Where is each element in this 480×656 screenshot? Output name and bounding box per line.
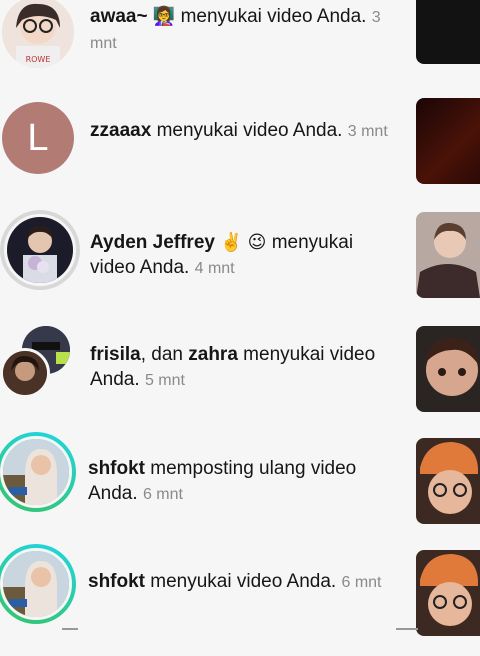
timestamp: 4 mnt (194, 260, 235, 277)
divider-mark (396, 628, 418, 630)
username[interactable]: Ayden Jeffrey (90, 232, 215, 253)
avatar-letter: L (27, 116, 49, 159)
video-thumbnail[interactable] (416, 550, 480, 636)
video-thumbnail[interactable] (416, 98, 480, 184)
video-thumbnail[interactable] (416, 212, 480, 298)
user-avatar[interactable]: L (2, 102, 74, 174)
username-2[interactable]: zahra (188, 344, 238, 365)
user-emoji: 👩‍🏫 (152, 6, 176, 26)
notification-row[interactable]: frisila, dan zahra menyukai video Anda. … (0, 322, 480, 434)
notification-action: menyukai video Anda. (180, 6, 367, 27)
notification-row[interactable]: ROWE awaa~ 👩‍🏫 menyukai video Anda. 3 mn… (0, 0, 480, 108)
user-avatar[interactable] (0, 548, 72, 620)
username[interactable]: shfokt (88, 458, 145, 479)
notification-text: awaa~ 👩‍🏫 menyukai video Anda. 3 mnt (90, 4, 402, 56)
notification-row[interactable]: Ayden Jeffrey ✌️ 😉 menyukai video Anda. … (0, 210, 480, 322)
notification-text: shfokt memposting ulang video Anda. 6 mn… (88, 456, 400, 507)
group-avatar-front[interactable] (0, 348, 50, 398)
username[interactable]: awaa~ (90, 6, 148, 27)
timestamp: 6 mnt (142, 486, 183, 503)
video-thumbnail[interactable] (416, 438, 480, 524)
notification-row[interactable]: L zzaaax menyukai video Anda. 3 mnt (0, 98, 480, 212)
username[interactable]: frisila (90, 344, 141, 365)
notification-action: menyukai video Anda. (150, 571, 337, 592)
divider-mark (62, 628, 78, 630)
notification-row[interactable]: shfokt menyukai video Anda. 6 mnt (0, 544, 480, 656)
notification-text: zzaaax menyukai video Anda. 3 mnt (90, 118, 402, 144)
username[interactable]: zzaaax (90, 120, 151, 141)
notification-text: shfokt menyukai video Anda. 6 mnt (88, 569, 400, 595)
video-thumbnail[interactable] (416, 0, 480, 64)
timestamp: 5 mnt (144, 372, 185, 389)
timestamp: 3 mnt (347, 123, 388, 140)
notification-action: menyukai video Anda. (156, 120, 343, 141)
notification-text: frisila, dan zahra menyukai video Anda. … (90, 342, 402, 393)
username[interactable]: shfokt (88, 571, 145, 592)
svg-text:ROWE: ROWE (26, 55, 51, 64)
timestamp: 6 mnt (341, 574, 382, 591)
notification-text: Ayden Jeffrey ✌️ 😉 menyukai video Anda. … (90, 230, 402, 281)
user-avatar[interactable] (4, 214, 76, 286)
user-avatar[interactable]: ROWE (2, 0, 74, 68)
video-thumbnail[interactable] (416, 326, 480, 412)
username-joiner: , dan (140, 344, 183, 365)
user-emoji: ✌️ 😉 (220, 232, 267, 252)
notification-row[interactable]: shfokt memposting ulang video Anda. 6 mn… (0, 432, 480, 544)
user-avatar[interactable] (0, 436, 72, 508)
